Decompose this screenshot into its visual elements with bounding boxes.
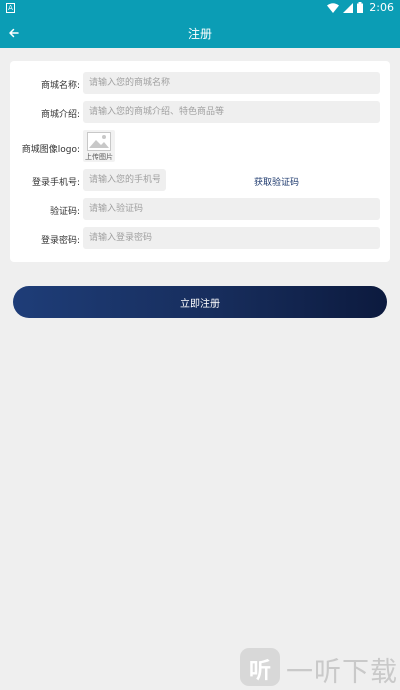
app-bar: 注册	[0, 17, 400, 48]
watermark-logo-char: 听	[248, 659, 271, 684]
wifi-icon	[327, 2, 340, 13]
image-placeholder-icon	[87, 132, 111, 151]
shop-image-label: 商城图像logo:	[21, 145, 80, 155]
watermark: 听 一听下载	[240, 648, 398, 688]
shop-name-input[interactable]	[83, 72, 380, 94]
upload-image-button[interactable]: 上传图片	[83, 130, 115, 162]
register-button[interactable]: 立即注册	[13, 286, 387, 318]
password-input[interactable]	[83, 227, 380, 249]
code-input[interactable]	[83, 198, 380, 220]
phone-input[interactable]	[83, 169, 166, 191]
phone-label: 登录手机号:	[31, 178, 80, 188]
notification-icon: A	[6, 3, 15, 13]
watermark-logo: 听	[240, 648, 280, 686]
status-icons: 2:06	[327, 1, 394, 14]
page-title: 注册	[187, 27, 212, 41]
status-bar: A 2:06	[0, 0, 400, 17]
signal-icon	[343, 2, 354, 13]
shop-name-label: 商城名称:	[40, 81, 80, 91]
shop-intro-input[interactable]	[83, 101, 380, 123]
shop-intro-label: 商城介绍:	[40, 110, 80, 120]
watermark-text: 一听下载	[286, 657, 398, 688]
status-time: 2:06	[369, 1, 394, 14]
battery-icon	[357, 2, 364, 13]
code-label: 验证码:	[49, 207, 80, 217]
password-label: 登录密码:	[40, 236, 80, 246]
register-form: 商城名称: 商城介绍: 商城图像logo: 上传图片 登录手机号: 获取验证码 …	[10, 61, 390, 262]
upload-image-label: 上传图片	[85, 153, 113, 161]
get-code-link[interactable]: 获取验证码	[254, 175, 299, 188]
